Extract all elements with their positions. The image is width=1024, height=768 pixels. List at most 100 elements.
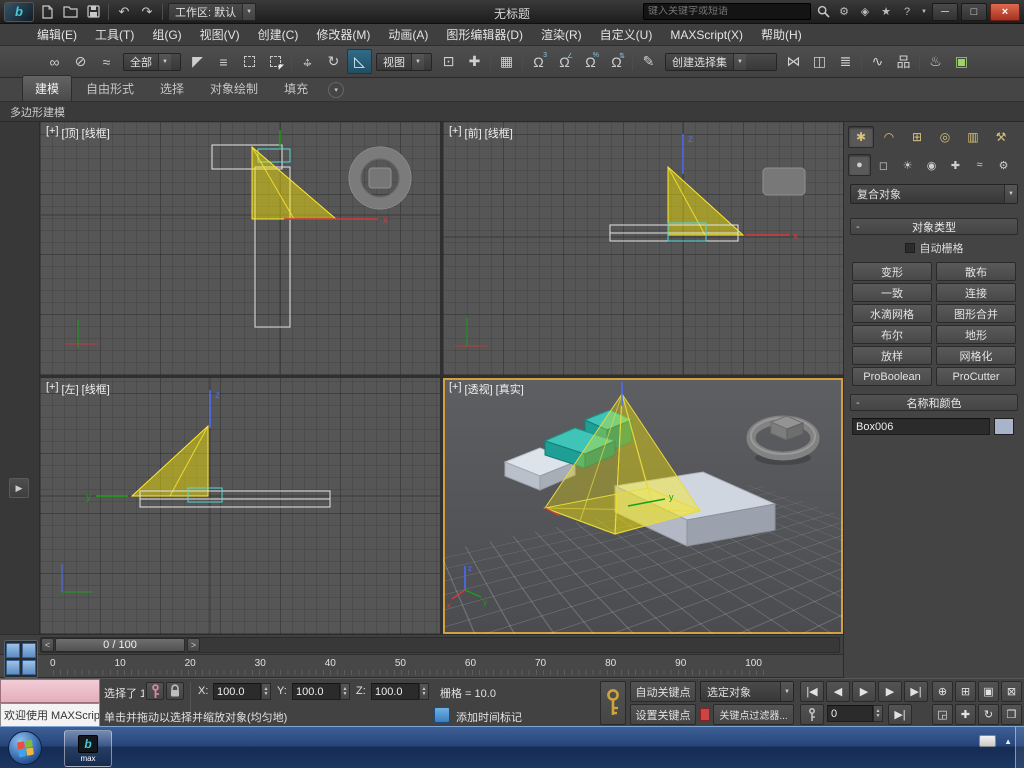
name-and-color-rollout-header[interactable]: - 名称和颜色: [850, 394, 1018, 411]
select-and-scale-button[interactable]: ◺: [347, 49, 372, 74]
viewport-shading-button[interactable]: [线框]: [485, 125, 513, 141]
angle-snap-toggle-button[interactable]: Ω ∠: [552, 49, 577, 74]
pyramid-object-top-view[interactable]: [251, 145, 338, 220]
object-type-button[interactable]: 水滴网格: [852, 304, 932, 323]
menu-item[interactable]: 图形编辑器(D): [437, 23, 532, 46]
reference-coordinate-system-dropdown[interactable]: 视图 ▼: [376, 52, 432, 71]
hierarchy-panel-tab[interactable]: ⊞: [904, 126, 930, 148]
menu-item[interactable]: MAXScript(X): [661, 25, 752, 45]
x-spinner[interactable]: ▲ ▼: [261, 683, 271, 700]
viewport-menu-button[interactable]: [+]: [449, 381, 462, 397]
selection-lock-toggle[interactable]: [166, 682, 184, 700]
object-type-rollout-header[interactable]: - 对象类型: [850, 218, 1018, 235]
utilities-panel-tab[interactable]: ⚒: [988, 126, 1014, 148]
viewport-name-button[interactable]: [透视]: [465, 381, 493, 397]
show-hidden-icons-button[interactable]: ▲: [1004, 737, 1012, 746]
viewport-perspective[interactable]: [+] [透视] [真实] y z x y: [443, 378, 843, 634]
pan-view-button[interactable]: ✚: [955, 704, 976, 725]
go-to-end-key-button[interactable]: ▶|: [888, 704, 912, 725]
maximize-viewport-toggle[interactable]: ❒: [1001, 704, 1022, 725]
object-color-swatch[interactable]: [994, 418, 1014, 435]
search-binoculars-icon[interactable]: [814, 3, 832, 21]
play-animation-button[interactable]: ▶: [852, 681, 876, 702]
select-and-link-button[interactable]: ∞: [42, 49, 67, 74]
ribbon-overflow-button[interactable]: ▾: [328, 82, 345, 98]
zoom-button[interactable]: ⊕: [932, 681, 953, 702]
systems-category-button[interactable]: ⚙: [992, 154, 1015, 176]
space-warps-category-button[interactable]: ≈: [968, 154, 991, 176]
viewport-shading-button[interactable]: [真实]: [496, 381, 524, 397]
menu-item[interactable]: 修改器(M): [307, 23, 379, 46]
mirror-button[interactable]: ⋈: [781, 49, 806, 74]
zoom-extents-all-button[interactable]: ⊠: [1001, 681, 1022, 702]
ribbon-tab-modeling[interactable]: 建模: [22, 75, 73, 101]
lights-category-button[interactable]: ☀: [896, 154, 919, 176]
show-desktop-button[interactable]: [1015, 727, 1024, 768]
layer-manager-button[interactable]: ≣: [833, 49, 858, 74]
object-name-field[interactable]: [852, 418, 990, 435]
viewport-left[interactable]: [+] [左] [线框] z y: [40, 378, 440, 634]
torus-object-3d[interactable]: [746, 415, 820, 465]
object-type-button[interactable]: 散布: [936, 262, 1016, 281]
communication-center-icon[interactable]: ◈: [856, 3, 874, 21]
object-type-button[interactable]: ProBoolean: [852, 367, 932, 386]
open-file-button[interactable]: [60, 2, 80, 22]
select-by-name-button[interactable]: ≡: [211, 49, 236, 74]
layout-tabs-flyout-button[interactable]: ▶: [9, 478, 29, 498]
helpers-category-button[interactable]: ✚: [944, 154, 967, 176]
autogrid-checkbox[interactable]: [904, 243, 915, 253]
viewport-name-button[interactable]: [顶]: [62, 125, 79, 141]
viewport-top[interactable]: [+] [顶] [线框] x: [40, 122, 440, 375]
polygon-modeling-panel-label[interactable]: 多边形建模: [10, 104, 65, 120]
unlink-selection-button[interactable]: ⊘: [68, 49, 93, 74]
use-pivot-point-center-button[interactable]: ⊡: [436, 49, 461, 74]
time-tag-icon[interactable]: [434, 707, 450, 723]
zoom-extents-button[interactable]: ▣: [978, 681, 999, 702]
rendered-frame-window-button[interactable]: ▣: [949, 49, 974, 74]
zoom-region-button[interactable]: ◲: [932, 704, 953, 725]
frame-spinner[interactable]: ▲ ▼: [873, 705, 883, 722]
object-type-button[interactable]: ProCutter: [936, 367, 1016, 386]
selection-filter-dropdown[interactable]: 全部 ▼: [123, 52, 181, 71]
pyramid-object-left-view[interactable]: [130, 424, 209, 497]
shapes-category-button[interactable]: ◻: [872, 154, 895, 176]
geometry-category-button[interactable]: ●: [848, 154, 871, 176]
schematic-view-button[interactable]: 品: [891, 49, 916, 74]
display-panel-tab[interactable]: ▥: [960, 126, 986, 148]
infocenter-search[interactable]: [643, 3, 811, 20]
viewport-name-button[interactable]: [前]: [465, 125, 482, 141]
spinner-snap-toggle-button[interactable]: Ω ⇅: [604, 49, 629, 74]
menu-item[interactable]: 创建(C): [249, 23, 308, 46]
menu-item[interactable]: 组(G): [143, 23, 190, 46]
x-coordinate-field[interactable]: [213, 683, 261, 700]
help-button[interactable]: ?: [898, 3, 916, 21]
sign-in-icon[interactable]: ⚙: [835, 3, 853, 21]
keyboard-shortcut-override-toggle[interactable]: ▦: [494, 49, 519, 74]
menu-item[interactable]: 视图(V): [191, 23, 249, 46]
maximize-button[interactable]: □: [961, 2, 987, 21]
isolate-selection-toggle[interactable]: [146, 682, 164, 700]
next-frame-button[interactable]: ▶: [878, 681, 902, 702]
touch-keyboard-icon[interactable]: [979, 735, 997, 747]
modify-panel-tab[interactable]: ◠: [876, 126, 902, 148]
save-file-button[interactable]: [83, 2, 103, 22]
previous-frame-button[interactable]: ◀: [826, 681, 850, 702]
ribbon-tab-object-paint[interactable]: 对象绘制: [198, 76, 270, 101]
ribbon-tab-populate[interactable]: 填充: [272, 76, 320, 101]
set-key-mode-button[interactable]: 设置关键点: [630, 704, 696, 725]
time-slider-track[interactable]: < 0 / 100 >: [40, 637, 840, 653]
time-slider-handle[interactable]: 0 / 100: [55, 638, 185, 652]
window-crossing-toggle[interactable]: ◤: [263, 49, 288, 74]
rectangular-selection-region-button[interactable]: [237, 49, 262, 74]
redo-button[interactable]: ↷: [137, 2, 157, 22]
key-mode-toggle[interactable]: [800, 704, 824, 725]
go-to-end-button[interactable]: ▶|: [904, 681, 928, 702]
go-to-start-button[interactable]: |◀: [800, 681, 824, 702]
torus-object-top-view[interactable]: [348, 146, 412, 210]
minimize-button[interactable]: ─: [932, 2, 958, 21]
object-type-button[interactable]: 变形: [852, 262, 932, 281]
menu-item[interactable]: 动画(A): [379, 23, 437, 46]
menu-item[interactable]: 帮助(H): [752, 23, 811, 46]
viewport-menu-button[interactable]: [+]: [46, 381, 59, 397]
viewport-shading-button[interactable]: [线框]: [82, 381, 110, 397]
